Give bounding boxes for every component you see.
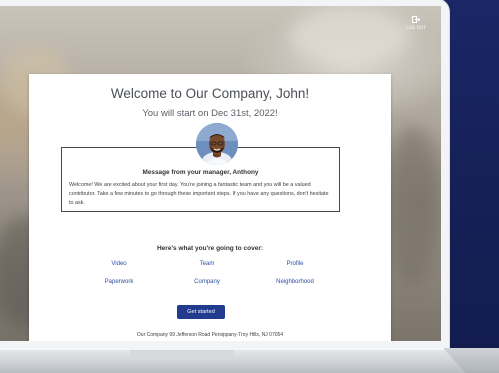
background-blur xyxy=(290,6,410,66)
link-neighborhood[interactable]: Neighborhood xyxy=(255,279,335,285)
logout-icon xyxy=(412,16,421,23)
link-paperwork[interactable]: Paperwork xyxy=(79,279,159,285)
laptop-notch xyxy=(130,349,234,357)
welcome-card: Welcome to Our Company, John! You will s… xyxy=(29,74,391,341)
welcome-title: Welcome to Our Company, John! xyxy=(110,86,310,101)
message-heading: Message from your manager, Anthony xyxy=(142,169,259,176)
logout-button[interactable]: LOG OUT xyxy=(401,16,431,30)
message-body: Welcome! We are excited about your first… xyxy=(69,182,329,206)
cover-links: Video Team Profile Paperwork Company Nei… xyxy=(79,261,339,289)
background-blur xyxy=(385,126,440,286)
link-company[interactable]: Company xyxy=(167,279,247,285)
get-started-button[interactable]: Get started xyxy=(177,305,225,319)
cover-heading: Here's what you're going to cover: xyxy=(156,245,264,252)
logout-label: LOG OUT xyxy=(406,25,426,30)
app-screen: LOG OUT Welcome to Our Company, John! Yo… xyxy=(0,6,441,341)
link-team[interactable]: Team xyxy=(167,261,247,267)
start-date: You will start on Dec 31st, 2022! xyxy=(142,108,278,119)
company-address: Our Company 99 Jefferson Road Persippany… xyxy=(136,332,284,338)
link-profile[interactable]: Profile xyxy=(255,261,335,267)
laptop-base-highlight xyxy=(0,349,499,350)
manager-avatar xyxy=(196,123,238,165)
laptop-base xyxy=(0,349,499,373)
link-video[interactable]: Video xyxy=(79,261,159,267)
